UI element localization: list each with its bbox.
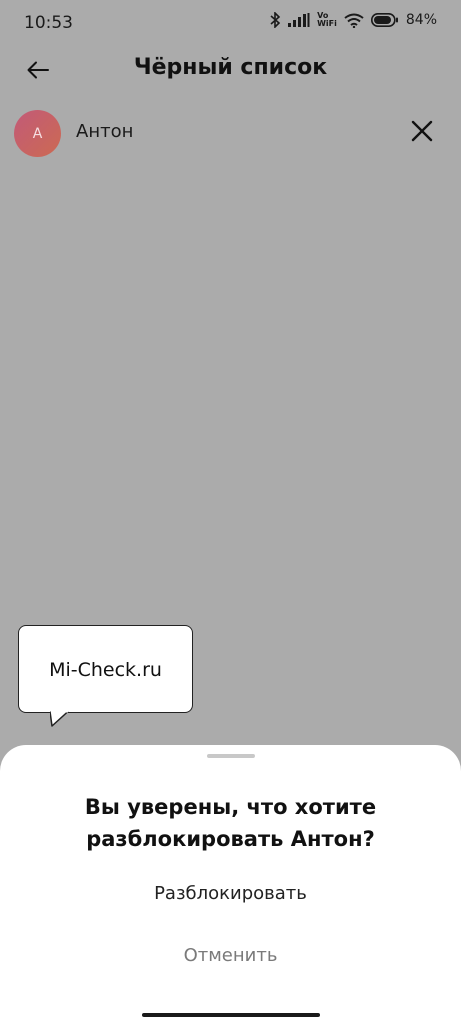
home-indicator[interactable]: [142, 1013, 320, 1017]
close-icon: [411, 120, 433, 146]
avatar: А: [14, 110, 61, 157]
confirm-bottom-sheet: Вы уверены, что хотите разблокировать Ан…: [0, 745, 461, 1024]
status-bar: 10:53 Vo WiFi 84%: [0, 0, 461, 46]
avatar-initial: А: [32, 125, 43, 142]
callout-tail: [50, 711, 69, 727]
unblock-confirm-button[interactable]: Разблокировать: [0, 883, 461, 904]
vowifi-icon: Vo WiFi: [317, 12, 337, 28]
dialog-title-line1: Вы уверены, что хотите: [84, 795, 377, 819]
status-icons: Vo WiFi 84%: [270, 12, 437, 28]
wifi-icon: [344, 13, 364, 28]
dialog-title-line2: разблокировать Антон?: [86, 827, 375, 851]
dialog-title: Вы уверены, что хотите разблокировать Ан…: [20, 791, 441, 855]
unblock-button[interactable]: [405, 116, 439, 150]
watermark-callout: Mi-Check.ru: [18, 625, 193, 713]
vowifi-label-bottom: WiFi: [317, 19, 337, 28]
cancel-button[interactable]: Отменить: [0, 945, 461, 966]
battery-percent: 84%: [405, 12, 437, 28]
watermark-text: Mi-Check.ru: [49, 659, 162, 681]
contact-name: Антон: [76, 121, 134, 142]
status-time: 10:53: [24, 13, 73, 33]
blocked-contact-row[interactable]: А Антон: [0, 108, 461, 158]
battery-icon: [370, 13, 399, 27]
sheet-drag-handle[interactable]: [207, 754, 255, 758]
app-header: Чёрный список: [0, 46, 461, 90]
page-title: Чёрный список: [133, 55, 328, 80]
bluetooth-icon: [270, 12, 281, 28]
signal-icon: [288, 13, 310, 27]
